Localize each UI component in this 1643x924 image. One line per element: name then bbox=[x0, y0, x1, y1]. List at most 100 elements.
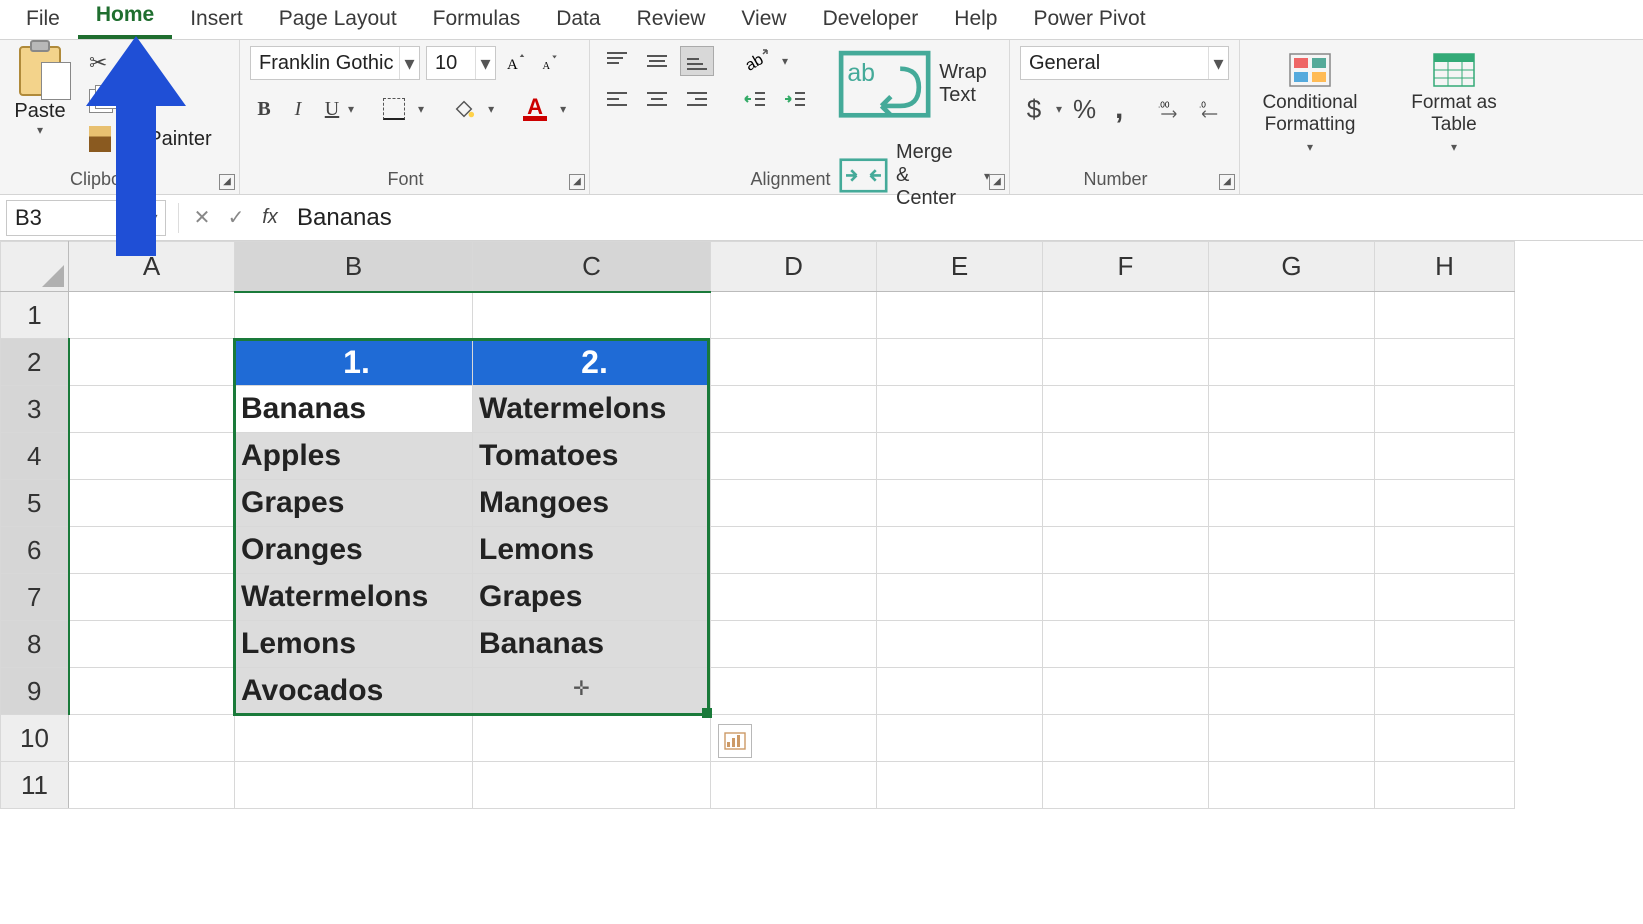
align-middle-button[interactable] bbox=[640, 46, 674, 76]
tab-power-pivot[interactable]: Power Pivot bbox=[1016, 1, 1164, 39]
col-header-H[interactable]: H bbox=[1375, 242, 1515, 292]
cell-C8[interactable]: Bananas bbox=[473, 621, 711, 668]
number-launcher[interactable]: ◢ bbox=[1219, 174, 1235, 190]
copy-button[interactable] bbox=[84, 86, 118, 116]
accounting-dropdown[interactable]: ▾ bbox=[1054, 102, 1064, 116]
align-bottom-button[interactable] bbox=[680, 46, 714, 76]
row-header-9[interactable]: 9 bbox=[1, 668, 69, 715]
cell-C4[interactable]: Tomatoes bbox=[473, 433, 711, 480]
decrease-indent-button[interactable] bbox=[738, 84, 772, 114]
worksheet[interactable]: A B C D E F G H 1 2 1. 2. 3 Bananas Wate… bbox=[0, 241, 1643, 924]
copy-dropdown[interactable]: ▾ bbox=[124, 94, 134, 108]
increase-decimal-button[interactable]: .00 bbox=[1153, 94, 1188, 124]
name-box[interactable]: B3 ▾ bbox=[6, 200, 166, 236]
underline-button[interactable]: U bbox=[318, 94, 346, 124]
font-launcher[interactable]: ◢ bbox=[569, 174, 585, 190]
tab-developer[interactable]: Developer bbox=[805, 1, 937, 39]
col-header-E[interactable]: E bbox=[877, 242, 1043, 292]
fill-color-button[interactable] bbox=[448, 94, 480, 124]
row-header-4[interactable]: 4 bbox=[1, 433, 69, 480]
col-header-D[interactable]: D bbox=[711, 242, 877, 292]
name-box-dropdown[interactable]: ▾ bbox=[141, 208, 165, 228]
font-color-dropdown[interactable]: ▾ bbox=[558, 102, 568, 116]
tab-review[interactable]: Review bbox=[619, 1, 724, 39]
cell-B2[interactable]: 1. bbox=[235, 339, 473, 386]
col-header-G[interactable]: G bbox=[1209, 242, 1375, 292]
row-header-5[interactable]: 5 bbox=[1, 480, 69, 527]
row-header-7[interactable]: 7 bbox=[1, 574, 69, 621]
font-color-button[interactable]: A bbox=[518, 94, 552, 124]
cell-B4[interactable]: Apples bbox=[235, 433, 473, 480]
tab-data[interactable]: Data bbox=[538, 1, 618, 39]
col-header-A[interactable]: A bbox=[69, 242, 235, 292]
chevron-down-icon[interactable]: ▾ bbox=[399, 47, 419, 79]
cell-B8[interactable]: Lemons bbox=[235, 621, 473, 668]
col-header-C[interactable]: C bbox=[473, 242, 711, 292]
fill-color-dropdown[interactable]: ▾ bbox=[486, 102, 496, 116]
cell-B3[interactable]: Bananas bbox=[235, 386, 473, 433]
font-name-dropdown[interactable]: Franklin Gothic Me ▾ bbox=[250, 46, 420, 80]
chevron-down-icon[interactable]: ▾ bbox=[475, 47, 495, 79]
increase-font-button[interactable]: A bbox=[502, 48, 530, 78]
cut-button[interactable]: ✂ bbox=[84, 48, 112, 78]
alignment-launcher[interactable]: ◢ bbox=[989, 174, 1005, 190]
increase-indent-button[interactable] bbox=[778, 84, 812, 114]
row-header-11[interactable]: 11 bbox=[1, 762, 69, 809]
border-dropdown[interactable]: ▾ bbox=[416, 102, 426, 116]
clipboard-launcher[interactable]: ◢ bbox=[219, 174, 235, 190]
align-left-button[interactable] bbox=[600, 84, 634, 114]
insert-function-button[interactable]: fx bbox=[253, 206, 287, 229]
tab-view[interactable]: View bbox=[723, 1, 804, 39]
tab-help[interactable]: Help bbox=[936, 1, 1015, 39]
tab-formulas[interactable]: Formulas bbox=[415, 1, 539, 39]
cancel-formula-button[interactable]: ✕ bbox=[185, 205, 219, 230]
row-header-8[interactable]: 8 bbox=[1, 621, 69, 668]
row-header-3[interactable]: 3 bbox=[1, 386, 69, 433]
tab-file[interactable]: File bbox=[8, 1, 78, 39]
tab-page-layout[interactable]: Page Layout bbox=[261, 1, 415, 39]
col-header-B[interactable]: B bbox=[235, 242, 473, 292]
format-table-dropdown[interactable]: ▾ bbox=[1449, 140, 1459, 154]
tab-insert[interactable]: Insert bbox=[172, 1, 261, 39]
quick-analysis-button[interactable] bbox=[718, 724, 752, 758]
orientation-dropdown[interactable]: ▾ bbox=[780, 54, 790, 68]
font-size-dropdown[interactable]: 10 ▾ bbox=[426, 46, 496, 80]
conditional-formatting-button[interactable]: Conditional Formatting ▾ bbox=[1250, 52, 1370, 154]
format-as-table-button[interactable]: Format as Table ▾ bbox=[1394, 52, 1514, 154]
align-center-button[interactable] bbox=[640, 84, 674, 114]
tab-home[interactable]: Home bbox=[78, 0, 172, 39]
chevron-down-icon[interactable]: ▾ bbox=[1208, 47, 1228, 79]
row-header-1[interactable]: 1 bbox=[1, 292, 69, 339]
cell-C2[interactable]: 2. bbox=[473, 339, 711, 386]
align-top-button[interactable] bbox=[600, 46, 634, 76]
cell-C9[interactable] bbox=[473, 668, 711, 715]
italic-button[interactable]: I bbox=[284, 94, 312, 124]
paste-dropdown[interactable]: ▾ bbox=[35, 123, 45, 137]
cell-B7[interactable]: Watermelons bbox=[235, 574, 473, 621]
format-painter-button[interactable] bbox=[84, 124, 116, 154]
cell-C5[interactable]: Mangoes bbox=[473, 480, 711, 527]
col-header-F[interactable]: F bbox=[1043, 242, 1209, 292]
number-format-dropdown[interactable]: General ▾ bbox=[1020, 46, 1229, 80]
cell-C7[interactable]: Grapes bbox=[473, 574, 711, 621]
paste-button[interactable]: Paste ▾ bbox=[10, 46, 70, 137]
bold-button[interactable]: B bbox=[250, 94, 278, 124]
cell-C3[interactable]: Watermelons bbox=[473, 386, 711, 433]
align-right-button[interactable] bbox=[680, 84, 714, 114]
cell-B5[interactable]: Grapes bbox=[235, 480, 473, 527]
wrap-text-button[interactable]: ab Wrap Text bbox=[832, 46, 999, 122]
enter-formula-button[interactable]: ✓ bbox=[219, 205, 253, 230]
decrease-font-button[interactable]: A bbox=[536, 48, 564, 78]
row-header-10[interactable]: 10 bbox=[1, 715, 69, 762]
accounting-format-button[interactable]: $ bbox=[1020, 94, 1048, 124]
cell-B6[interactable]: Oranges bbox=[235, 527, 473, 574]
cell-C6[interactable]: Lemons bbox=[473, 527, 711, 574]
decrease-decimal-button[interactable]: .0 bbox=[1194, 94, 1229, 124]
underline-dropdown[interactable]: ▾ bbox=[346, 102, 356, 116]
comma-format-button[interactable]: , bbox=[1105, 94, 1133, 124]
orientation-button[interactable]: ab bbox=[738, 46, 774, 76]
row-header-6[interactable]: 6 bbox=[1, 527, 69, 574]
border-button[interactable] bbox=[378, 94, 410, 124]
cell-B9[interactable]: Avocados bbox=[235, 668, 473, 715]
percent-format-button[interactable]: % bbox=[1070, 94, 1099, 124]
